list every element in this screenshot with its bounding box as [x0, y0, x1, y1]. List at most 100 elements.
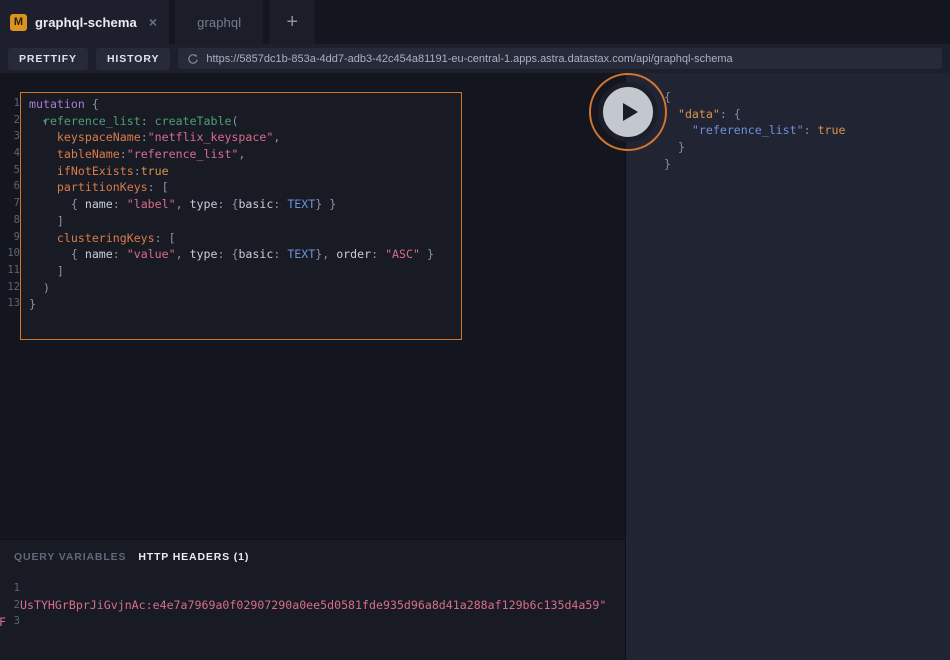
code-token: "netflix_keyspace": [147, 130, 274, 145]
editor-line-numbers: 1 2 3 4 5 6 7 8 9 10 11 12 13: [0, 95, 20, 312]
code-token: clusteringKeys: [56, 230, 155, 245]
code-line: {: [664, 89, 846, 106]
code-token: mutation: [29, 97, 85, 111]
code-token: "data": [677, 106, 720, 121]
code-token: ): [29, 280, 50, 295]
graphql-playground: M graphql-schema × graphql + PRETTIFY HI…: [0, 0, 950, 660]
code-line: }: [664, 139, 846, 156]
close-icon[interactable]: ×: [149, 15, 157, 29]
tab-graphql-schema[interactable]: M graphql-schema ×: [0, 0, 170, 44]
code-line: clusteringKeys: [: [29, 230, 434, 247]
code-token: }: [419, 247, 434, 262]
code-line: ]: [29, 263, 434, 280]
code-line: { name: "value", type: {basic: TEXT}, or…: [29, 246, 434, 263]
code-token: :: [803, 123, 818, 138]
code-token: :: [112, 247, 127, 262]
reload-icon[interactable]: [187, 53, 199, 65]
code-token: : {: [719, 106, 741, 121]
http-headers-code[interactable]: UsTYHGrBprJiGvjnAc:e4e7a7969a0f02907290a…: [20, 580, 606, 630]
add-tab-button[interactable]: +: [269, 0, 316, 44]
response-json: { "data": { "reference_list": true }}: [664, 89, 846, 172]
code-token: basic: [238, 247, 274, 262]
code-token: }: [664, 140, 685, 155]
execute-query-button[interactable]: [589, 73, 667, 151]
tab-query-variables[interactable]: QUERY VARIABLES: [14, 551, 126, 563]
query-editor-focus-box[interactable]: ▾ mutation { reference_list: createTable…: [20, 92, 462, 340]
code-token: :: [140, 130, 148, 145]
code-token: reference_list: [42, 113, 141, 128]
line-number: 10: [7, 247, 20, 260]
code-token: "reference_list": [126, 147, 239, 162]
history-button[interactable]: HISTORY: [95, 47, 171, 70]
code-token: type: [189, 247, 218, 262]
response-pane: { "data": { "reference_list": true }}: [626, 73, 950, 660]
code-token: :: [112, 197, 127, 212]
code-line: "reference_list": true: [664, 122, 846, 139]
play-icon[interactable]: [598, 82, 658, 142]
line-number: 4: [13, 147, 20, 160]
code-token: {: [29, 197, 85, 212]
code-token: } }: [315, 197, 337, 212]
query-editor-pane: 1 2 3 4 5 6 7 8 9 10 11 12 13 ▾ mutation { reference…: [0, 73, 625, 539]
code-token: ]: [29, 263, 64, 278]
code-token: true: [817, 123, 846, 138]
tab-http-headers[interactable]: HTTP HEADERS (1): [138, 551, 249, 563]
code-token: tableName: [56, 147, 120, 162]
line-number: 2: [13, 113, 20, 126]
code-token: type: [189, 197, 218, 212]
code-token: "reference_list": [691, 123, 804, 138]
tab-graphql[interactable]: graphql: [175, 0, 264, 44]
code-line: ): [29, 280, 434, 297]
code-token: {: [91, 97, 99, 111]
line-number: 1: [13, 582, 20, 594]
code-token: :: [371, 247, 386, 262]
tab-label: graphql-schema: [35, 14, 137, 30]
play-triangle-icon: [622, 103, 638, 121]
code-line: keyspaceName:"netflix_keyspace",: [29, 129, 434, 146]
variables-tabs: QUERY VARIABLES HTTP HEADERS (1): [14, 551, 249, 563]
code-token: :: [140, 113, 155, 128]
line-number: 6: [13, 180, 20, 193]
code-token: ]: [29, 213, 64, 228]
toolbar: PRETTIFY HISTORY https://5857dc1b-853a-4…: [0, 44, 950, 73]
code-token: {: [29, 247, 85, 262]
code-token: createTable: [154, 113, 232, 128]
code-line: ifNotExists:true: [29, 163, 434, 180]
endpoint-url-bar[interactable]: https://5857dc1b-853a-4dd7-adb3-42c454a8…: [178, 48, 942, 69]
line-number: 9: [13, 230, 20, 243]
code-token: }: [29, 297, 36, 312]
code-line: tableName:"reference_list",: [29, 146, 434, 163]
line-number: 2: [13, 598, 20, 611]
mutation-badge-icon: M: [10, 13, 27, 31]
line-number: 3: [13, 130, 20, 143]
variables-edge-char: F: [0, 615, 6, 629]
code-line: reference_list: createTable(: [29, 113, 434, 130]
code-line: mutation {: [29, 96, 434, 113]
code-token: keyspaceName: [56, 130, 141, 145]
code-token: },: [315, 247, 337, 262]
code-token: ,: [175, 247, 190, 262]
code-token: : [: [147, 180, 169, 195]
code-token: : [: [154, 230, 176, 245]
line-number: 1: [13, 97, 20, 109]
code-token: "value": [126, 247, 176, 262]
code-token: }: [664, 156, 671, 171]
prettify-button[interactable]: PRETTIFY: [8, 47, 88, 70]
code-line: ]: [29, 213, 434, 230]
code-token: UsTYHGrBprJiGvjnAc:e4e7a7969a0f02907290a…: [20, 597, 607, 612]
code-line: partitionKeys: [: [29, 179, 434, 196]
code-line: { name: "label", type: {basic: TEXT} }: [29, 196, 434, 213]
line-number: 12: [7, 280, 20, 293]
code-token: TEXT: [287, 247, 316, 262]
query-code[interactable]: mutation { reference_list: createTable( …: [29, 96, 434, 313]
code-line: "data": {: [664, 106, 846, 123]
